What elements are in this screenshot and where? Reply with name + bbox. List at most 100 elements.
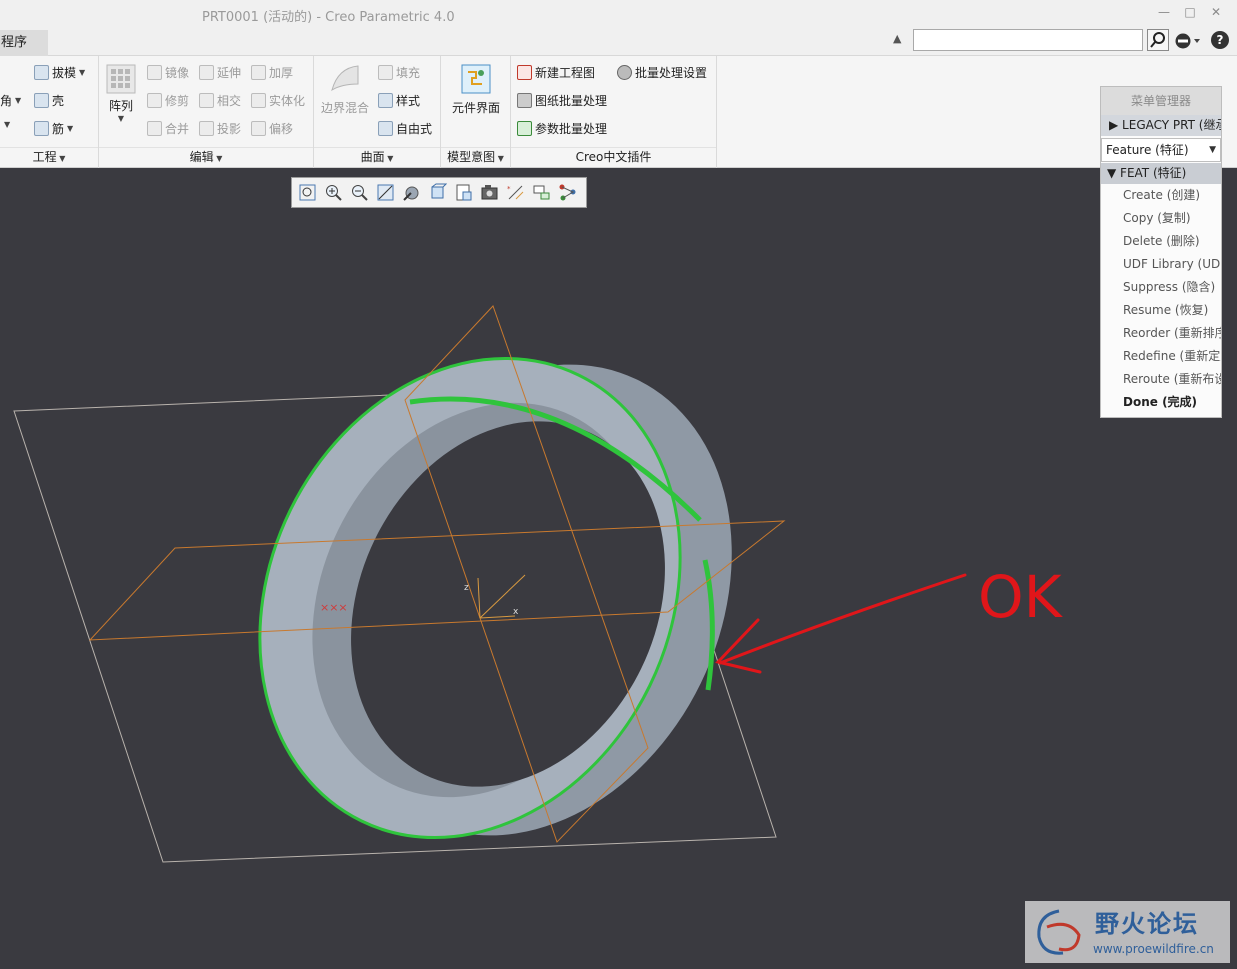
project-button[interactable]: 投影 [199,120,241,137]
caret-down-icon: ▼ [1107,166,1121,180]
model-canvas[interactable]: z x ××× OK [0,169,1237,969]
surface-group: 边界混合 填充 样式 自由式 曲面 ▼ [314,56,441,168]
thicken-button[interactable]: 加厚 [251,64,293,81]
batch-settings-button[interactable]: 批量处理设置 [617,64,707,81]
feature-selector[interactable]: Feature (特征) ▼ [1101,138,1221,162]
pattern-button[interactable]: 阵列 ▼ [105,64,137,123]
rib-button[interactable]: 筋 ▼ [34,120,73,137]
menu-item-resume[interactable]: Resume (恢复) [1101,299,1221,322]
minimize-icon[interactable]: — [1156,4,1172,20]
model-intent-group-label[interactable]: 模型意图 ▼ [441,147,510,165]
rib-icon [34,121,49,136]
shell-icon [34,93,49,108]
collapse-ribbon-icon[interactable]: ▲ [893,32,901,45]
round-button[interactable]: 角 ▼ [0,92,21,109]
mirror-icon [147,65,162,80]
merge-icon [147,121,162,136]
refit-icon[interactable] [298,183,317,202]
drawing-batch-button[interactable]: 图纸批量处理 [517,92,607,109]
menu-item-udf-library[interactable]: UDF Library (UDF [1101,253,1221,276]
merge-button[interactable]: 合并 [147,120,189,137]
component-interface-button[interactable]: 元件界面 [445,62,507,116]
view-manager-icon[interactable] [454,183,473,202]
spin-center-icon[interactable] [558,183,577,202]
intersect-button[interactable]: 相交 [199,92,241,109]
svg-text:x: x [513,607,519,617]
freestyle-icon [378,121,393,136]
engineering-group: 拔模 ▼ 角 ▼ 壳 ▼ 筋 ▼ 工程 ▼ [0,56,99,168]
chevron-down-icon: ▼ [1209,145,1216,155]
surface-group-label[interactable]: 曲面 ▼ [314,147,440,165]
search-icon [1150,32,1165,48]
ring-part [258,356,732,840]
engineering-group-label[interactable]: 工程 ▼ [0,147,98,165]
trim-button[interactable]: 修剪 [147,92,189,109]
zoom-out-icon[interactable] [350,183,369,202]
search-button[interactable] [1147,29,1169,51]
watermark-name: 野火论坛 [1095,910,1199,938]
new-drawing-button[interactable]: 新建工程图 [517,64,595,81]
model-intent-group: 元件界面 模型意图 ▼ [441,56,511,168]
ribbon-tab-row: 程序 ▲ ? [0,28,1237,56]
chamfer-dropdown[interactable]: ▼ [4,120,10,129]
zoom-in-icon[interactable] [324,183,343,202]
project-icon [199,121,214,136]
style-icon [378,93,393,108]
svg-text:*: * [507,185,511,193]
close-icon[interactable]: ✕ [1208,4,1224,20]
annotation-display-icon[interactable] [532,183,551,202]
window-title: PRT0001 (活动的) - Creo Parametric 4.0 [202,10,455,25]
community-icon[interactable] [1174,32,1202,50]
fill-button[interactable]: 填充 [378,64,420,81]
menu-manager: 菜单管理器 ▶ LEGACY PRT (继承 Feature (特征) ▼ ▼ F… [1100,86,1222,418]
edit-group-label[interactable]: 编辑 ▼ [99,147,313,165]
watermark-url: www.proewildfire.cn [1093,942,1214,956]
pattern-label: 阵列 [108,99,133,113]
menu-item-reroute[interactable]: Reroute (重新布设 [1101,368,1221,391]
trim-icon [147,93,162,108]
graphics-area[interactable]: z x ××× OK [0,169,1237,969]
caret-right-icon: ▶ [1109,118,1123,132]
annotation-ok-text: OK [978,563,1064,631]
menu-legacy-prt[interactable]: ▶ LEGACY PRT (继承 [1101,115,1221,136]
forum-logo [1037,909,1081,955]
svg-text:z: z [464,583,469,593]
menu-feat-header[interactable]: ▼ FEAT (特征) [1101,163,1221,184]
boundary-blend-button[interactable]: 边界混合 [318,62,372,116]
forum-watermark: 野火论坛 www.proewildfire.cn [1025,901,1230,963]
annotation-arrow [715,573,967,674]
repaint-icon[interactable] [376,183,395,202]
gear-icon [617,65,632,80]
solidify-button[interactable]: 实体化 [251,92,305,109]
menu-item-reorder[interactable]: Reorder (重新排序 [1101,322,1221,345]
offset-icon [251,121,266,136]
search-input[interactable] [913,29,1143,51]
menu-item-create[interactable]: Create (创建) [1101,184,1221,207]
display-style-icon[interactable] [402,183,421,202]
menu-item-suppress[interactable]: Suppress (隐含) [1101,276,1221,299]
menu-item-delete[interactable]: Delete (删除) [1101,230,1221,253]
shell-button[interactable]: 壳 [34,92,64,109]
perspective-icon[interactable] [480,183,499,202]
title-bar: PRT0001 (活动的) - Creo Parametric 4.0 — □ … [0,0,1237,28]
saved-views-icon[interactable] [428,183,447,202]
menu-item-done[interactable]: Done (完成) [1101,391,1221,414]
freestyle-button[interactable]: 自由式 [378,120,432,137]
menu-item-redefine[interactable]: Redefine (重新定义 [1101,345,1221,368]
boundary-blend-icon [331,65,359,92]
mirror-button[interactable]: 镜像 [147,64,189,81]
extend-button[interactable]: 延伸 [199,64,241,81]
offset-button[interactable]: 偏移 [251,120,293,137]
help-icon[interactable]: ? [1211,31,1229,49]
menu-item-copy[interactable]: Copy (复制) [1101,207,1221,230]
tab-applications[interactable]: 程序 [0,30,48,56]
parameter-batch-button[interactable]: 参数批量处理 [517,120,607,137]
fill-icon [378,65,393,80]
datum-display-icon[interactable]: * [506,183,525,202]
intersect-icon [199,93,214,108]
maximize-icon[interactable]: □ [1182,4,1198,20]
creo-plugin-group: 新建工程图 批量处理设置 图纸批量处理 参数批量处理 Creo中文插件 [511,56,717,168]
style-button[interactable]: 样式 [378,92,420,109]
draft-button[interactable]: 拔模 ▼ [34,64,85,81]
component-interface-icon [461,64,491,94]
